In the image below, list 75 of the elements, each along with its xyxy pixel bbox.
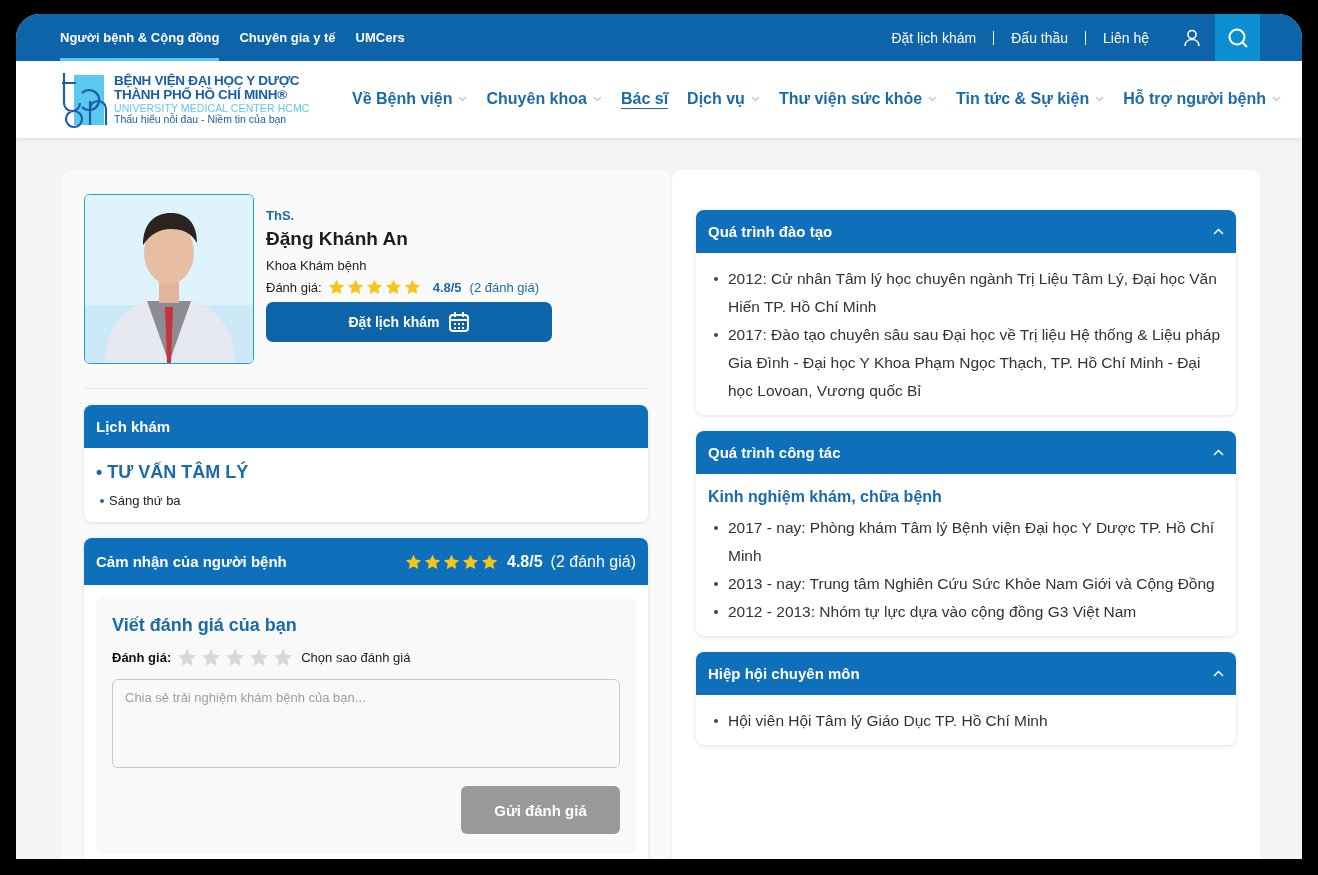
card-title: Lịch khám <box>96 418 171 435</box>
star-icon <box>346 279 364 295</box>
star-icon[interactable] <box>177 648 198 667</box>
star-icon <box>405 553 422 570</box>
list-item: 2017 - nay: Phòng khám Tâm lý Bệnh viện Đại học Y Dược TP. Hồ Chí Minh <box>728 518 1216 566</box>
logo-slogan: Thấu hiểu nỗi đau - Niềm tin của bạn <box>114 113 288 125</box>
review-field[interactable]: Chia sẻ trải nghiệm khám bệnh của bạn... <box>112 679 620 768</box>
rating-count: (2 đánh giá) <box>469 279 539 295</box>
card-header[interactable]: Hiệp hội chuyên môn <box>696 652 1236 695</box>
rating-hint: Chọn sao đánh giá <box>301 650 411 665</box>
list-item: 2012 - 2013: Nhóm tự lực dựa vào cộng đồng G3 Việt Nam <box>728 602 1137 622</box>
bullet-icon <box>714 277 718 281</box>
star-icon[interactable] <box>201 648 222 667</box>
nav-item[interactable]: Thư viện sức khỏe <box>778 90 938 109</box>
user-icon[interactable] <box>1183 28 1201 47</box>
rating-count: (2 đánh giá) <box>550 552 636 571</box>
list-item: 2013 - nay: Trung tâm Nghiên Cứu Sức Khỏe Nam Giới và Cộng Đồng <box>728 574 1215 594</box>
card-title: Quá trình công tác <box>708 444 841 461</box>
card-title: Cảm nhận của người bệnh <box>96 553 287 570</box>
star-icon <box>403 279 421 295</box>
audience-tab[interactable]: UMCers <box>355 14 405 61</box>
bullet-icon <box>100 498 104 503</box>
chevron-icon[interactable] <box>1213 670 1224 677</box>
card-title: Quá trình đào tạo <box>708 223 833 240</box>
logo-name: THÀNH PHỐ HỒ CHÍ MINH® <box>114 88 287 103</box>
search-button[interactable] <box>1215 14 1260 61</box>
schedule-time: Sáng thứ ba <box>109 493 181 508</box>
nav-item[interactable]: Chuyên khoa <box>486 90 602 109</box>
nav-item[interactable]: Hỗ trợ người bệnh <box>1123 90 1281 109</box>
rating-score: 4.8/5 <box>432 279 462 295</box>
bullet-icon <box>714 526 718 530</box>
card-header[interactable]: Quá trình công tác <box>696 431 1236 474</box>
bullet-icon <box>714 333 718 337</box>
chevron-icon[interactable] <box>1213 449 1224 456</box>
audience-tab[interactable]: Chuyên gia y tế <box>239 14 336 61</box>
star-icon[interactable] <box>249 648 270 667</box>
doctor-name: Đặng Khánh An <box>266 228 409 250</box>
section-subtitle: Kinh nghiệm khám, chữa bệnh <box>708 488 943 506</box>
card-title: Hiệp hội chuyên môn <box>708 665 860 682</box>
star-icon <box>462 553 479 570</box>
top-link[interactable]: Đấu thầu <box>1011 29 1069 46</box>
rating-score: 4.8/5 <box>507 552 543 571</box>
logo-icon <box>60 70 110 129</box>
form-title: Viết đánh giá của bạn <box>112 615 298 636</box>
star-icon <box>365 279 383 295</box>
star-icon[interactable] <box>273 648 294 667</box>
star-icon <box>424 553 441 570</box>
search-icon <box>1226 26 1249 49</box>
chevron-icon[interactable] <box>1213 228 1224 235</box>
nav-item[interactable]: Bác sĩ <box>620 90 669 109</box>
bullet-icon <box>714 610 718 614</box>
calendar-icon <box>447 311 470 333</box>
doctor-degree: ThS. <box>266 208 296 223</box>
star-icon <box>327 279 345 295</box>
star-icon <box>384 279 402 295</box>
rating-label: Đánh giá: <box>266 279 322 295</box>
department: Khoa Khám bệnh <box>266 258 368 273</box>
service-name: • TƯ VẤN TÂM LÝ <box>96 462 250 483</box>
list-item: 2017: Đào tạo chuyên sâu sau Đại học về Trị liệu Hệ thống & Liệu pháp Gia Đình - Đại học Y Khoa Phạm Ngọc Thạch, TP. Hồ Chí Minh - Đại học Lovoan, Vương quốc Bỉ <box>728 325 1222 401</box>
logo-english-name: UNIVERSITY MEDICAL CENTER HCMC <box>114 102 310 114</box>
card-header[interactable]: Quá trình đào tạo <box>696 210 1236 253</box>
nav-item[interactable]: Dịch vụ <box>687 90 760 109</box>
top-link[interactable]: Đặt lịch khám <box>891 29 977 46</box>
list-item: 2012: Cử nhân Tâm lý học chuyên ngành Trị Liệu Tâm Lý, Đại học Văn Hiến TP. Hồ Chí Minh <box>728 269 1218 317</box>
star-icon[interactable] <box>225 648 246 667</box>
nav-item[interactable]: Về Bệnh viện <box>352 90 468 109</box>
star-icon <box>443 553 460 570</box>
top-link[interactable]: Liên hệ <box>1103 29 1149 46</box>
list-item: Hội viên Hội Tâm lý Giáo Dục TP. Hồ Chí Minh <box>728 711 1048 731</box>
bullet-icon <box>714 719 718 723</box>
rating-label: Đánh giá: <box>112 650 172 665</box>
star-icon <box>481 553 498 570</box>
book-appointment-button[interactable]: Đặt lịch khám <box>266 302 552 342</box>
nav-item[interactable]: Tin tức & Sự kiện <box>956 90 1105 109</box>
bullet-icon <box>714 582 718 586</box>
